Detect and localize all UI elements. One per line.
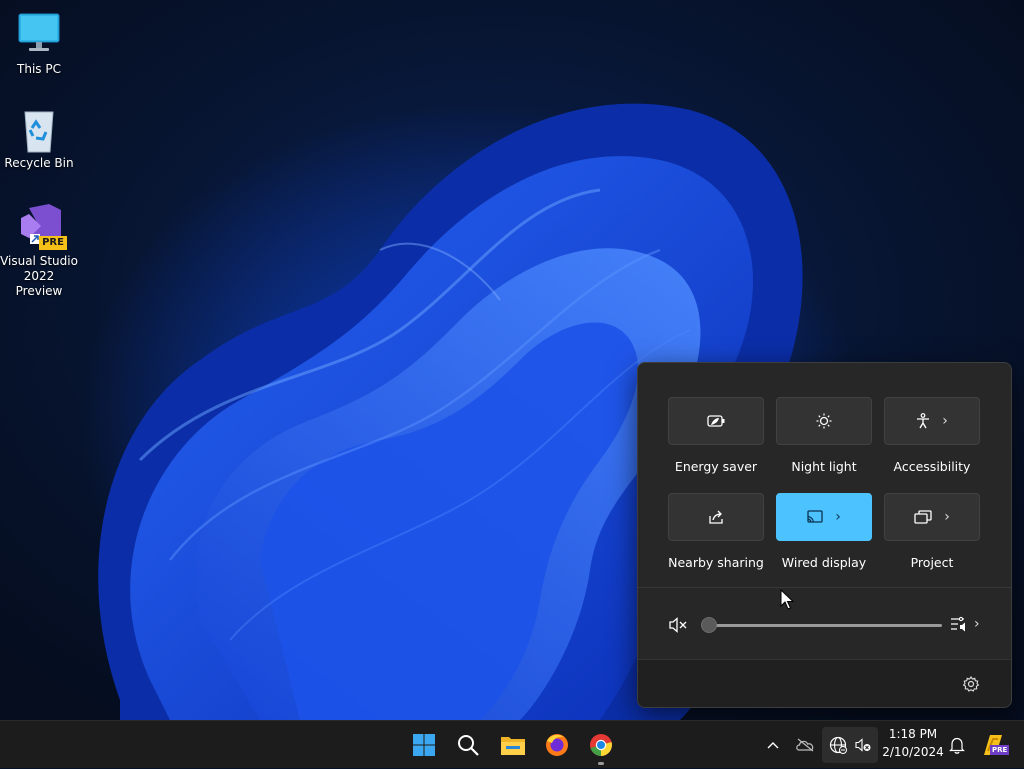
- clock[interactable]: 1:18 PM 2/10/2024: [880, 725, 946, 761]
- vs-preview-tray-button[interactable]: PRE: [976, 721, 1010, 769]
- start-button[interactable]: [406, 727, 442, 763]
- chrome-button[interactable]: [583, 727, 619, 765]
- preview-badge: PRE: [39, 236, 67, 250]
- night-light-icon: [816, 413, 832, 429]
- accessibility-button[interactable]: ›: [884, 397, 980, 445]
- file-explorer-button[interactable]: [495, 727, 531, 763]
- preview-badge: PRE: [990, 745, 1010, 755]
- share-icon: [709, 510, 723, 524]
- show-hidden-icons-button[interactable]: [762, 721, 784, 769]
- quick-settings-panel: Energy saver Night light › Accessibility…: [637, 362, 1012, 708]
- tile-label: Project: [910, 555, 954, 570]
- notifications-button[interactable]: [946, 721, 968, 769]
- tile-energy-saver: Energy saver: [668, 397, 764, 474]
- desktop-icon-recycle-bin[interactable]: Recycle Bin: [0, 104, 78, 171]
- tile-label: Night light: [791, 459, 857, 474]
- volume-slider[interactable]: [708, 624, 942, 627]
- nearby-sharing-toggle[interactable]: [668, 493, 764, 541]
- tile-night-light: Night light: [776, 397, 872, 474]
- energy-saver-toggle[interactable]: [668, 397, 764, 445]
- desktop-icon-label: Recycle Bin: [4, 156, 74, 170]
- sound-output-button[interactable]: ›: [950, 615, 980, 633]
- recycle-bin-icon: [15, 104, 63, 153]
- chevron-right-icon: ›: [944, 509, 950, 525]
- volume-row: ›: [638, 603, 1011, 647]
- monitor-icon: [15, 10, 63, 58]
- bell-icon: [949, 737, 965, 754]
- night-light-toggle[interactable]: [776, 397, 872, 445]
- desktop-icon-label: This PC: [17, 62, 61, 76]
- chrome-icon: [590, 734, 612, 756]
- tile-label: Energy saver: [674, 459, 758, 474]
- tile-accessibility: › Accessibility: [884, 397, 980, 474]
- project-button[interactable]: ›: [884, 493, 980, 541]
- desktop-icon-label: Visual Studio 2022 Preview: [0, 254, 78, 298]
- quick-settings-footer: [638, 659, 1011, 707]
- firefox-icon: [546, 734, 568, 756]
- volume-muted-icon: [855, 738, 871, 752]
- volume-slider-thumb[interactable]: [701, 617, 717, 633]
- file-explorer-icon: [501, 737, 525, 755]
- desktop-icon-visual-studio[interactable]: PRE Visual Studio 2022 Preview: [0, 202, 78, 299]
- divider: [638, 587, 1011, 588]
- onedrive-icon: [796, 738, 814, 752]
- chevron-right-icon: ›: [835, 509, 841, 525]
- tile-label: Accessibility: [893, 459, 971, 474]
- cast-icon: [807, 510, 823, 523]
- chevron-up-icon: [767, 742, 779, 749]
- energy-saver-icon: [707, 415, 725, 427]
- taskbar: 1:18 PM 2/10/2024 PRE: [0, 720, 1024, 768]
- onedrive-button[interactable]: [792, 721, 818, 769]
- wired-display-button[interactable]: ›: [776, 493, 872, 541]
- chevron-right-icon: ›: [942, 413, 948, 429]
- clock-date: 2/10/2024: [882, 745, 944, 759]
- running-indicator: [598, 762, 604, 765]
- tile-wired-display: › Wired display: [776, 493, 872, 570]
- tile-project: › Project: [884, 493, 980, 570]
- sound-output-icon: [951, 616, 965, 632]
- chevron-right-icon: ›: [974, 616, 980, 632]
- mouse-cursor-icon: [780, 589, 794, 610]
- network-icon: [829, 736, 847, 754]
- tile-label: Wired display: [781, 555, 867, 570]
- project-icon: [914, 510, 932, 524]
- firefox-button[interactable]: [539, 727, 575, 763]
- start-icon: [413, 734, 435, 756]
- visual-studio-icon: PRE: [15, 202, 67, 250]
- settings-gear-icon[interactable]: [963, 676, 979, 692]
- volume-muted-icon[interactable]: [668, 617, 688, 633]
- clock-time: 1:18 PM: [888, 727, 938, 741]
- accessibility-icon: [917, 413, 930, 429]
- tile-label: Nearby sharing: [668, 555, 764, 570]
- search-icon: [458, 735, 479, 756]
- desktop-icon-this-pc[interactable]: This PC: [0, 10, 78, 77]
- search-button[interactable]: [450, 727, 486, 763]
- vs-preview-tray-icon: PRE: [980, 733, 1010, 757]
- tile-nearby-sharing: Nearby sharing: [668, 493, 764, 570]
- network-volume-tray-button[interactable]: [822, 727, 878, 763]
